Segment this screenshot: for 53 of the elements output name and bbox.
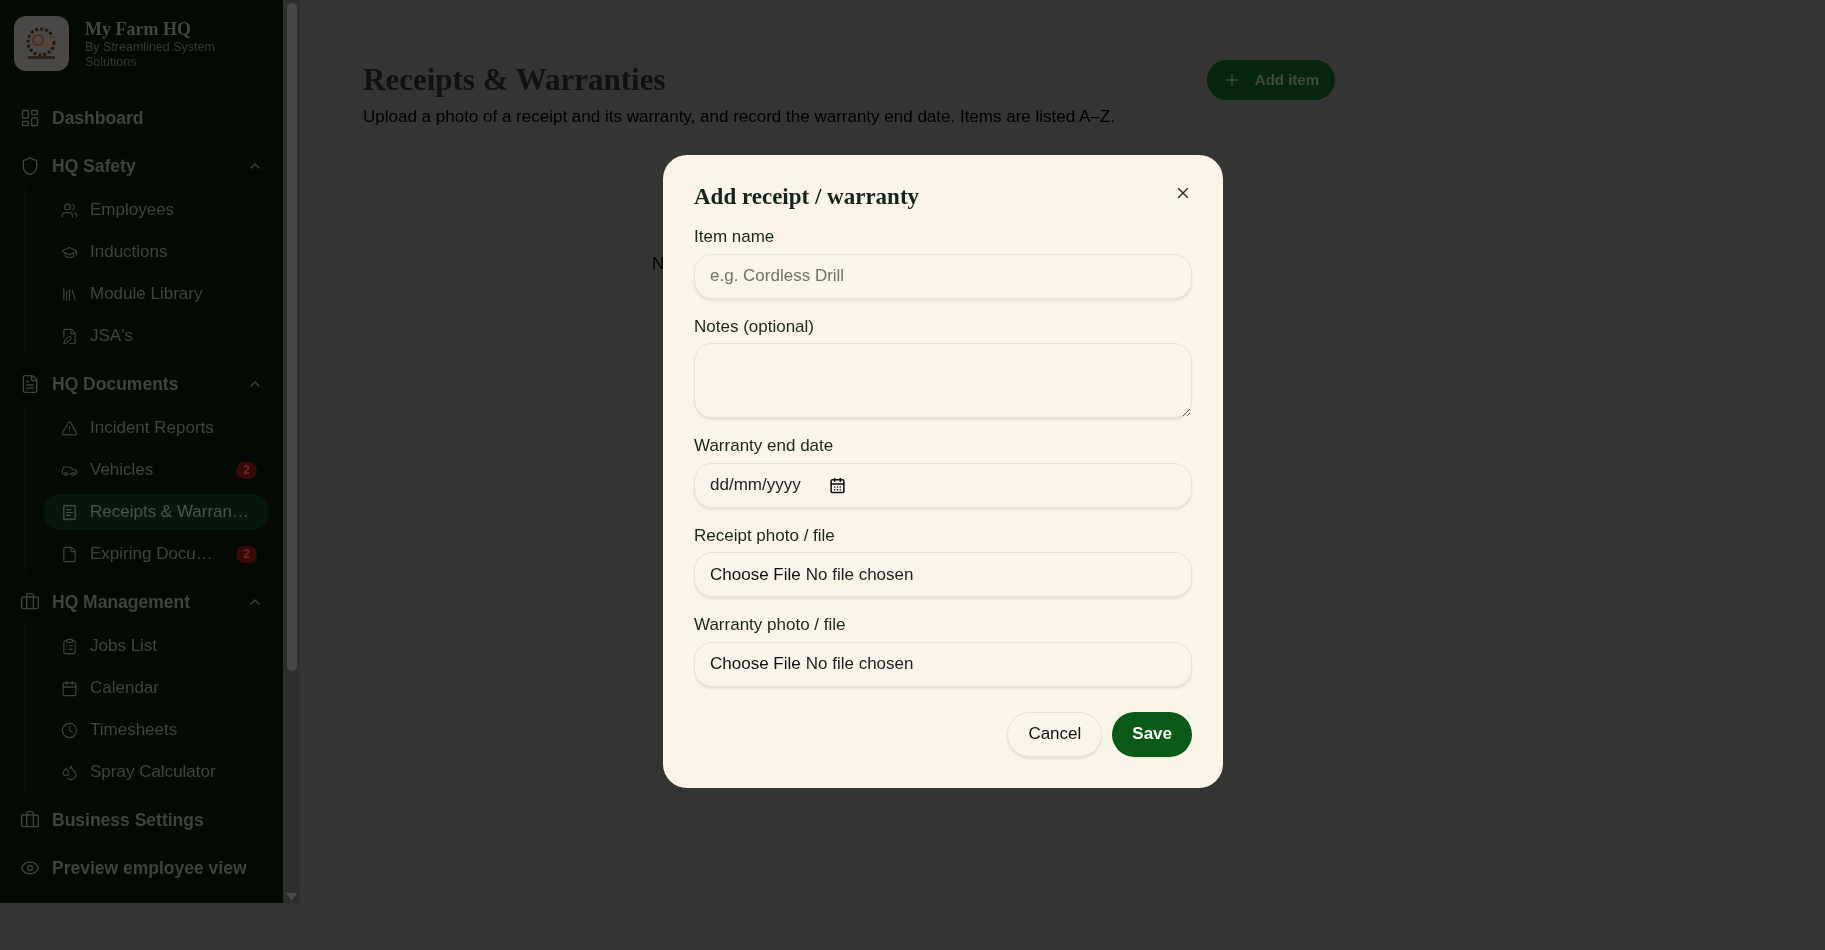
dashboard-icon [20, 108, 40, 128]
file-field[interactable]: Choose File No file chosen [694, 552, 1192, 597]
clipboard-icon [61, 637, 78, 655]
file-field[interactable]: Choose File No file chosen [694, 641, 1192, 687]
sidebar-item[interactable]: Module Library [43, 276, 269, 312]
sidebar-item[interactable]: Receipts & Warran… [43, 494, 269, 530]
field-label: Receipt photo / file [694, 524, 836, 547]
save-button[interactable]: Save [1112, 711, 1192, 757]
sidebar-item[interactable]: Timesheets [43, 712, 269, 748]
dialog-title: Add receipt / warranty [694, 183, 920, 211]
clock-icon [61, 721, 78, 739]
field-label: Warranty end date [694, 435, 835, 457]
books-icon [61, 285, 78, 303]
field-label: Notes (optional) [694, 315, 815, 338]
receipt-icon [61, 503, 78, 521]
brand-title: My Farm HQ [85, 18, 192, 40]
logo-icon [14, 16, 69, 71]
file-icon [61, 545, 78, 563]
users-icon [61, 201, 78, 219]
date-field[interactable]: dd/mm/yyyy [694, 462, 1192, 508]
item-name-field[interactable]: e.g. Cordless Drill [694, 253, 1192, 299]
field-label: Item name [694, 226, 776, 248]
sidebar-item[interactable]: Spray Calculator [43, 754, 269, 790]
scrollbar[interactable] [283, 0, 300, 903]
sidebar-item[interactable]: Dashboard [14, 98, 269, 138]
cancel-button[interactable]: Cancel [1007, 711, 1103, 757]
sidebar-item[interactable]: HQ Management [14, 582, 269, 622]
document-icon [20, 374, 40, 394]
sidebar-item[interactable]: HQ Safety [14, 146, 269, 186]
droplets-icon [61, 763, 78, 781]
field-label: Warranty photo / file [694, 614, 847, 636]
file-pen-icon [61, 327, 78, 345]
calendar-icon [828, 476, 846, 494]
sidebar-item[interactable]: Jobs List [43, 628, 269, 664]
choose-file-button[interactable]: Choose File [710, 561, 801, 588]
sidebar-item[interactable]: Calendar [43, 670, 269, 706]
sidebar-item[interactable]: Incident Reports [43, 410, 269, 446]
sidebar-item[interactable]: Employees [43, 192, 269, 228]
choose-file-button[interactable]: Choose File [710, 651, 801, 677]
scroll-down-icon[interactable] [286, 893, 297, 901]
file-status: No file chosen [805, 653, 914, 676]
sidebar-item[interactable]: Business Settings [14, 800, 269, 840]
file-status: No file chosen [805, 563, 914, 586]
sidebar-item[interactable]: Inductions [43, 234, 269, 270]
sidebar-item[interactable]: JSA's [43, 318, 269, 354]
sidebar-item[interactable]: HQ Documents [14, 364, 269, 404]
warning-icon [61, 419, 78, 437]
notes-field[interactable] [694, 343, 1192, 418]
briefcase-icon [20, 810, 40, 830]
sidebar-item[interactable]: Preview employee view [14, 848, 269, 888]
briefcase-icon [20, 592, 40, 612]
calendar-icon [61, 679, 78, 697]
shield-icon [20, 156, 40, 176]
